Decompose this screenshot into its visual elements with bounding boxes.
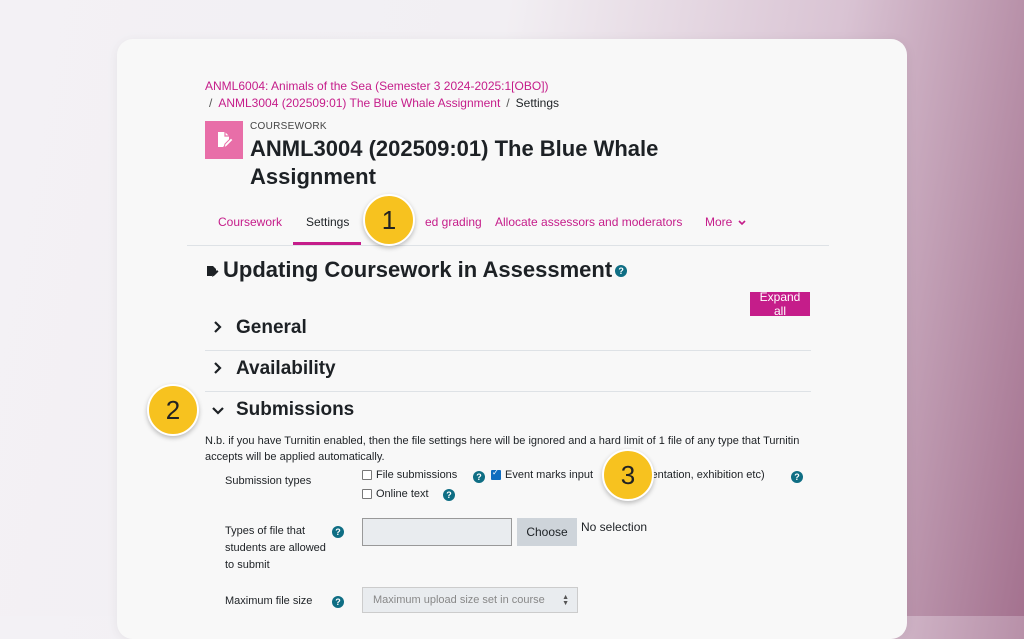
event-marks-input-label: Event marks input (505, 469, 594, 481)
max-file-size-select[interactable]: Maximum upload size set in course ▲ ▼ (362, 587, 578, 613)
secondary-navigation: Coursework Settings ed grading Allocate … (187, 201, 829, 246)
section-submissions-header[interactable]: Submissions (205, 393, 811, 433)
tab-settings[interactable]: Settings (306, 215, 349, 229)
online-text-label: Online text (376, 488, 429, 500)
breadcrumb-current: Settings (515, 96, 559, 110)
page-title: ANML3004 (202509:01) The Blue Whale Assi… (250, 136, 659, 189)
event-marks-description: sentation, exhibition etc) (646, 469, 765, 481)
breadcrumb-separator: / (506, 96, 510, 110)
breadcrumb-assignment-link[interactable]: ANML3004 (202509:01) The Blue Whale Assi… (218, 96, 500, 110)
online-text-checkbox[interactable]: Online text (362, 488, 429, 500)
file-types-label: Types of file that students are allowed … (225, 525, 326, 571)
checkbox-checked (491, 468, 501, 480)
checkbox-unchecked (362, 470, 372, 480)
tab-advanced-grading[interactable]: ed grading (425, 215, 482, 229)
tab-more-label: More (705, 215, 733, 229)
divider (205, 391, 811, 392)
turnitin-note: N.b. if you have Turnitin enabled, then … (205, 435, 800, 463)
section-general-header[interactable]: General (205, 311, 811, 351)
help-icon[interactable]: ? (791, 471, 803, 483)
section-submissions-label: Submissions (236, 399, 355, 420)
chevron-right-icon (214, 321, 222, 333)
help-icon[interactable]: ? (332, 596, 344, 608)
breadcrumb-separator: / (209, 96, 213, 110)
event-marks-input-checkbox[interactable]: Event marks input (491, 468, 594, 481)
file-submissions-checkbox[interactable]: File submissions (362, 469, 457, 481)
help-icon[interactable]: ? (443, 489, 455, 501)
section-heading: Updating Coursework in Assessment? (205, 257, 628, 283)
help-icon[interactable]: ? (332, 526, 344, 538)
chevron-down-icon (212, 407, 224, 415)
max-file-size-value: Maximum upload size set in course (373, 594, 545, 606)
checkbox-unchecked (362, 489, 372, 499)
tab-allocate-assessors[interactable]: Allocate assessors and moderators (495, 215, 682, 229)
section-general-label: General (236, 317, 307, 338)
help-icon[interactable]: ? (615, 265, 628, 278)
help-icon[interactable]: ? (473, 471, 485, 483)
choose-button[interactable]: Choose (517, 518, 577, 546)
main-card: ANML6004: Animals of the Sea (Semester 3… (117, 39, 907, 639)
divider (205, 350, 811, 351)
file-submissions-label: File submissions (376, 469, 458, 481)
document-edit-icon (205, 121, 243, 159)
breadcrumb-course-link[interactable]: ANML6004: Animals of the Sea (Semester 3… (205, 79, 549, 93)
chevron-down-icon (738, 220, 746, 225)
callout-2: 2 (147, 384, 199, 436)
tab-coursework[interactable]: Coursework (218, 215, 282, 229)
callout-3: 3 (602, 449, 654, 501)
no-selection-text: No selection (581, 520, 648, 534)
max-file-size-label: Maximum file size (225, 595, 313, 607)
section-availability-label: Availability (236, 358, 336, 379)
tab-more[interactable]: More (705, 215, 746, 229)
document-edit-icon (207, 266, 219, 278)
file-types-input[interactable] (362, 518, 512, 546)
select-arrows-icon: ▲ ▼ (562, 594, 569, 607)
section-availability-header[interactable]: Availability (205, 352, 811, 392)
callout-1: 1 (363, 194, 415, 246)
module-type-label: COURSEWORK (250, 121, 327, 132)
breadcrumb: / ANML3004 (202509:01) The Blue Whale Ass… (209, 96, 559, 110)
chevron-right-icon (214, 362, 222, 374)
active-tab-indicator (293, 242, 361, 245)
submission-types-label: Submission types (225, 475, 312, 487)
section-heading-text: Updating Coursework in Assessment (223, 257, 613, 282)
